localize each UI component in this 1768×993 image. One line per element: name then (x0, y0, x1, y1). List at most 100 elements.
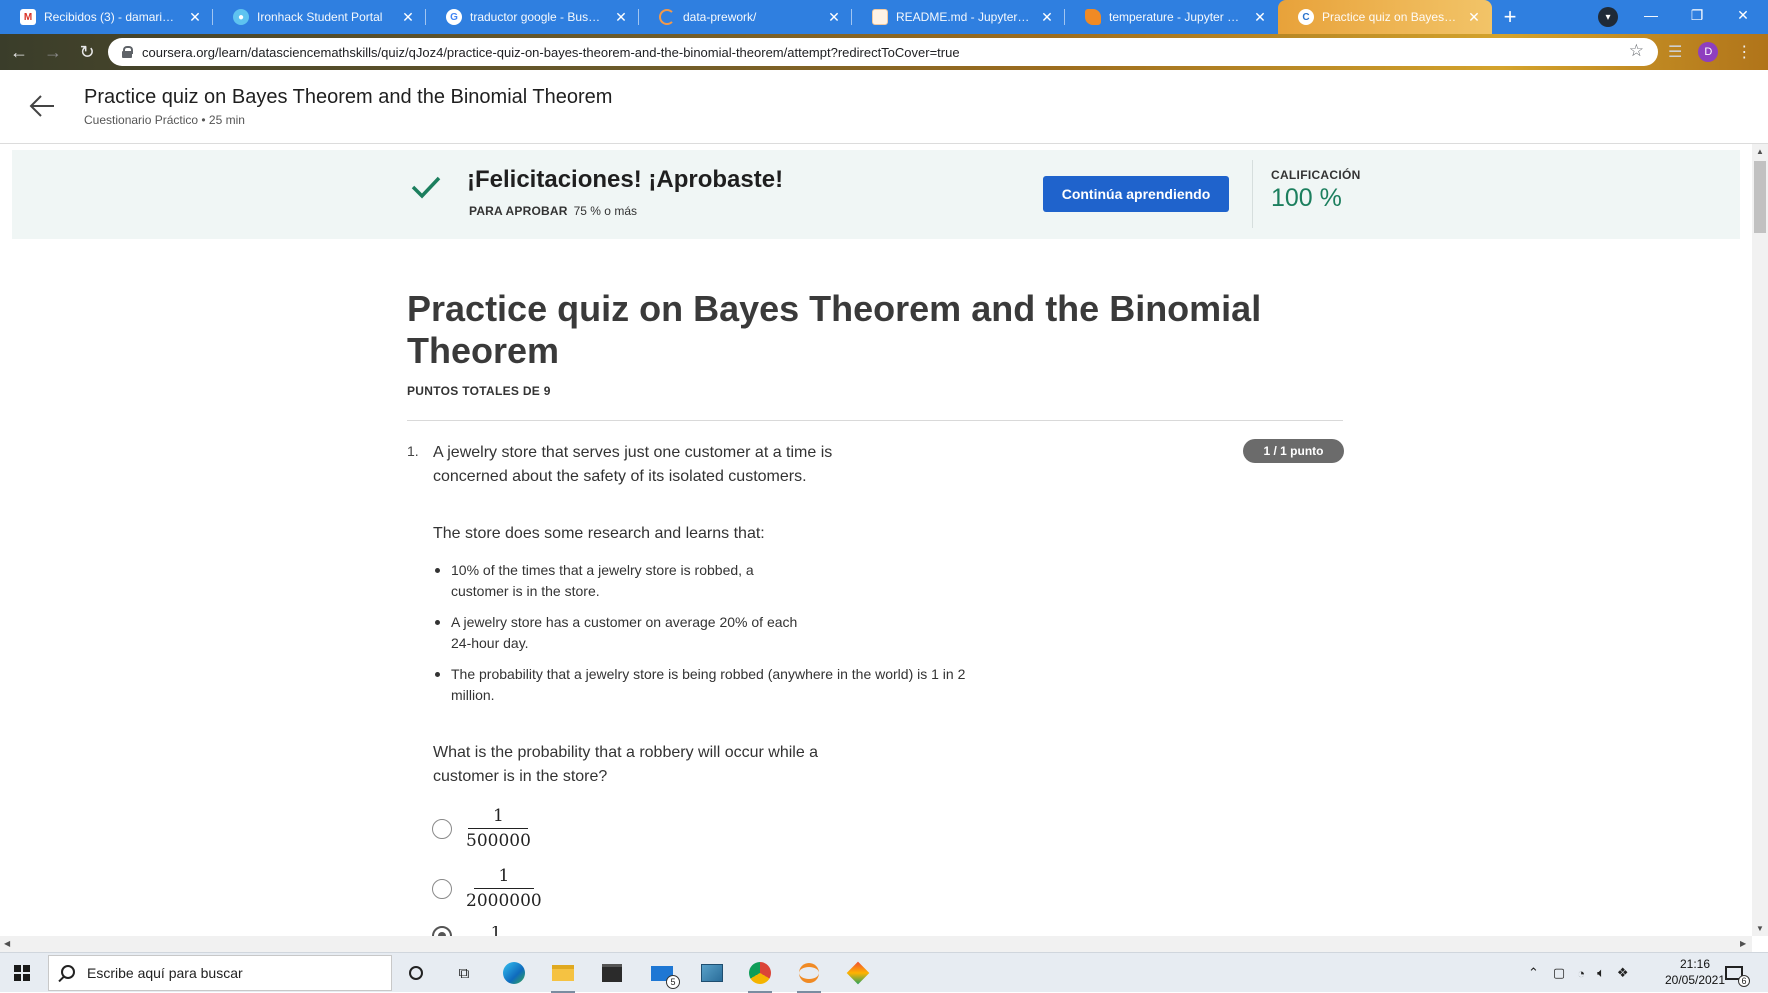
tab-label: traductor google - Buscar co (470, 10, 605, 24)
numerator: 1 (473, 866, 534, 889)
lock-icon (122, 46, 133, 58)
list-item: 10% of the times that a jewelry store is… (433, 560, 813, 602)
search-placeholder: Escribe aquí para buscar (87, 965, 243, 981)
fraction: 1 2000000 (466, 866, 542, 911)
browser-tab[interactable]: M Recibidos (3) - damarisclaria ✕ (0, 0, 213, 34)
new-tab-button[interactable]: + (1492, 0, 1528, 34)
close-tab-icon[interactable]: ✕ (1466, 9, 1482, 26)
close-tab-icon[interactable]: ✕ (613, 9, 629, 26)
grade-label: CALIFICACIÓN (1271, 168, 1361, 182)
total-points: PUNTOS TOTALES DE 9 (407, 384, 551, 398)
continue-learning-button[interactable]: Continúa aprendiendo (1043, 176, 1229, 212)
tab-label: temperature - Jupyter Notel (1109, 10, 1244, 24)
divider (1252, 160, 1253, 228)
question-intro: The store does some research and learns … (433, 525, 765, 542)
pass-requirement: PARA APROBAR 75 % o más (469, 204, 637, 218)
close-tab-icon[interactable]: ✕ (400, 9, 416, 26)
answer-option[interactable]: 1 2000000 (432, 866, 542, 911)
scrollbar-thumb[interactable] (1754, 161, 1766, 233)
vertical-scrollbar[interactable]: ▲ ▼ (1752, 144, 1768, 936)
scroll-up-icon[interactable]: ▲ (1756, 147, 1764, 156)
question-number: 1. (407, 443, 419, 459)
browser-tab[interactable]: data-prework/ ✕ (639, 0, 852, 34)
cortana-icon[interactable] (402, 959, 430, 987)
gmail-icon: M (20, 9, 36, 25)
divider (407, 420, 1343, 421)
close-window-icon[interactable]: ✕ (1720, 0, 1766, 30)
reading-list-icon[interactable]: ☰ (1668, 42, 1682, 62)
browser-tab[interactable]: G traductor google - Buscar co ✕ (426, 0, 639, 34)
answer-option[interactable]: 1 (432, 926, 526, 936)
taskbar-search-input[interactable]: Escribe aquí para buscar (48, 955, 392, 991)
photos-icon[interactable] (698, 959, 726, 987)
denominator: 500000 (466, 831, 531, 851)
mail-icon[interactable]: 5 (648, 959, 680, 989)
quiz-title: Practice quiz on Bayes Theorem and the B… (407, 288, 1262, 371)
device-icon[interactable]: ▢ (1553, 965, 1565, 981)
page-subtitle: Cuestionario Práctico • 25 min (84, 113, 245, 127)
browser-tab[interactable]: README.md - Jupyter Text E ✕ (852, 0, 1065, 34)
browser-tab-active[interactable]: C Practice quiz on Bayes Theo ✕ (1278, 0, 1492, 34)
wifi-icon[interactable]: ◔ (1577, 966, 1585, 981)
grade-value: 100 % (1271, 184, 1342, 212)
toolbar-right: ☰ D ⋮ (1668, 34, 1752, 70)
url-text: coursera.org/learn/datasciencemathskills… (142, 44, 960, 60)
volume-icon[interactable]: 🔈︎ (1597, 965, 1605, 981)
git-icon[interactable] (844, 959, 872, 987)
address-bar[interactable]: coursera.org/learn/datasciencemathskills… (108, 38, 1658, 66)
radio-button[interactable] (432, 878, 452, 899)
tab-search-icon[interactable]: ▾ (1598, 7, 1618, 27)
task-view-icon[interactable]: ⧉ (450, 959, 478, 987)
tab-label: README.md - Jupyter Text E (896, 10, 1031, 24)
scroll-down-icon[interactable]: ▼ (1756, 924, 1764, 933)
question-ask: What is the probability that a robbery w… (433, 744, 819, 785)
profile-avatar[interactable]: D (1698, 42, 1719, 62)
tab-label: Practice quiz on Bayes Theo (1322, 10, 1458, 24)
pass-banner: ¡Felicitaciones! ¡Aprobaste! PARA APROBA… (12, 150, 1740, 239)
reload-icon[interactable]: ↻ (72, 37, 102, 67)
close-tab-icon[interactable]: ✕ (826, 9, 842, 26)
radio-button[interactable] (432, 818, 452, 839)
menu-icon[interactable]: ⋮ (1736, 42, 1752, 62)
tab-label: Recibidos (3) - damarisclaria (44, 10, 179, 24)
fraction: 1 500000 (466, 806, 531, 851)
system-tray: ⌃ ▢ ◔ 🔈︎ ❖ (1528, 953, 1629, 993)
document-icon (872, 9, 888, 25)
browser-tab[interactable]: temperature - Jupyter Notel ✕ (1065, 0, 1278, 34)
browser-tab[interactable]: ● Ironhack Student Portal ✕ (213, 0, 426, 34)
chrome-icon[interactable] (746, 959, 774, 993)
horizontal-scrollbar[interactable]: ◀ ▶ (0, 936, 1752, 952)
forward-icon[interactable]: → (38, 37, 68, 67)
dropbox-icon[interactable]: ❖ (1617, 965, 1629, 981)
restore-icon[interactable]: ❐ (1674, 0, 1720, 30)
denominator: 2000000 (466, 891, 542, 911)
scroll-right-icon[interactable]: ▶ (1740, 939, 1746, 948)
bookmark-star-icon[interactable]: ☆ (1629, 41, 1644, 61)
chevron-up-icon[interactable]: ⌃ (1528, 965, 1539, 981)
windows-start-icon[interactable] (14, 965, 30, 981)
google-icon: G (446, 9, 462, 25)
store-icon[interactable] (598, 959, 626, 987)
facts-list: 10% of the times that a jewelry store is… (433, 560, 993, 716)
close-tab-icon[interactable]: ✕ (187, 9, 203, 26)
scroll-left-icon[interactable]: ◀ (4, 939, 10, 948)
numerator: 1 (468, 806, 529, 829)
radio-button-selected[interactable] (432, 926, 452, 936)
answer-option[interactable]: 1 500000 (432, 806, 531, 851)
back-arrow-icon[interactable] (28, 92, 56, 120)
jupyter-app-icon[interactable] (795, 959, 823, 993)
tab-label: data-prework/ (683, 10, 757, 24)
ironhack-icon: ● (233, 9, 249, 25)
notification-icon[interactable]: 6 (1720, 959, 1750, 987)
numerator: 1 (490, 926, 502, 936)
minimize-icon[interactable]: — (1628, 0, 1674, 30)
fraction: 1 (466, 926, 526, 936)
close-tab-icon[interactable]: ✕ (1252, 9, 1268, 26)
coursera-icon: C (1298, 9, 1314, 25)
file-explorer-icon[interactable] (549, 959, 577, 993)
back-icon[interactable]: ← (4, 37, 34, 67)
edge-icon[interactable] (500, 959, 528, 987)
tab-label: Ironhack Student Portal (257, 10, 383, 24)
close-tab-icon[interactable]: ✕ (1039, 9, 1055, 26)
list-item: A jewelry store has a customer on averag… (433, 612, 813, 654)
